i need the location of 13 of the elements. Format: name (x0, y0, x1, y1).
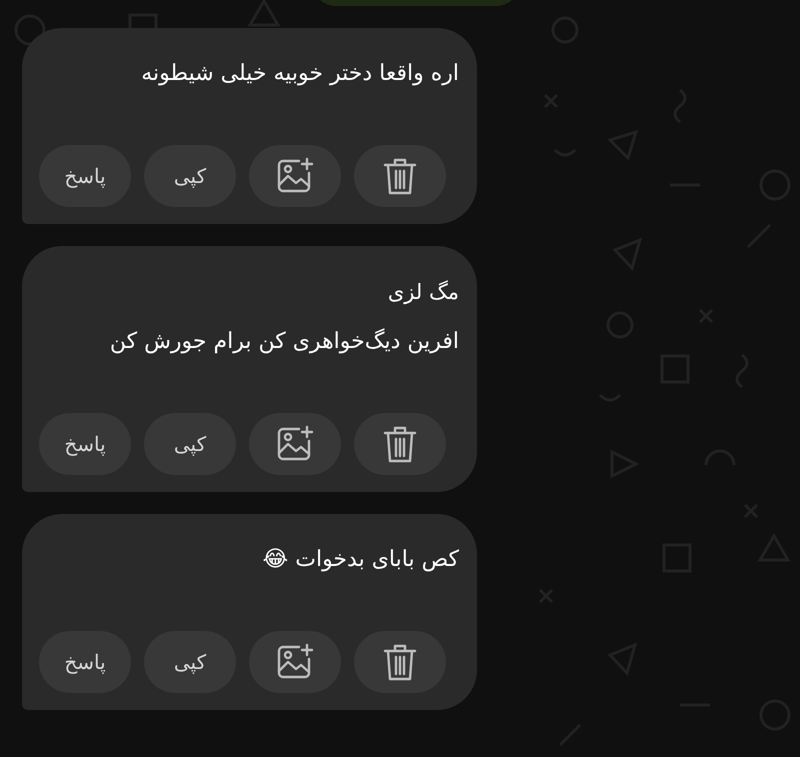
message-text: اره واقعا دختر خوبیه خیلی شیطونه (140, 60, 459, 88)
copy-button[interactable]: کپی (144, 413, 236, 475)
message-text: افرین دیگ‌خواهری کن برام جورش کن (108, 327, 459, 356)
message-text: کص بابای بدخوات 😂 (262, 546, 459, 574)
trash-icon (382, 642, 418, 682)
trash-icon (382, 424, 418, 464)
reply-button[interactable]: پاسخ (39, 631, 131, 693)
sender-name: مگ لزی (386, 279, 459, 306)
reply-button[interactable]: پاسخ (39, 413, 131, 475)
copy-button[interactable]: کپی (144, 145, 236, 207)
trash-icon (382, 156, 418, 196)
copy-button[interactable]: کپی (144, 631, 236, 693)
reply-button[interactable]: پاسخ (39, 145, 131, 207)
